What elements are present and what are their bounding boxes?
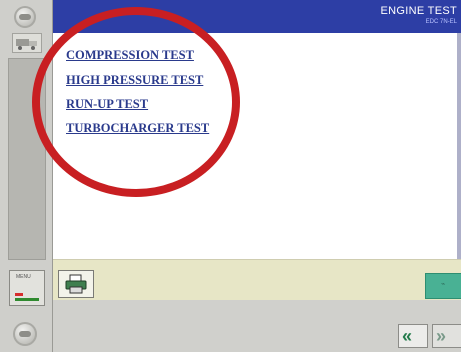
footer-nav: « »	[53, 300, 461, 352]
confirm-button[interactable]: ⌁	[425, 273, 461, 299]
exit-icon	[19, 331, 31, 337]
back-button[interactable]: «	[398, 324, 428, 348]
home-icon	[19, 14, 31, 20]
exit-button[interactable]	[13, 322, 37, 346]
page-title: ENGINE TEST	[380, 5, 457, 17]
status-red-bar	[15, 293, 23, 296]
printer-icon	[65, 274, 87, 294]
print-button[interactable]	[58, 270, 94, 298]
vehicle-button[interactable]	[12, 33, 42, 53]
home-button[interactable]	[14, 6, 36, 28]
page-subtitle: EDC 7N-EL	[425, 19, 457, 25]
forward-button[interactable]: »	[432, 324, 461, 348]
truck-icon	[16, 39, 37, 50]
action-bar: ⌁	[53, 259, 461, 300]
status-green-bar	[15, 298, 39, 301]
confirm-icon: ⌁	[441, 281, 446, 288]
double-chevron-left-icon: «	[402, 326, 413, 346]
test-list-panel: COMPRESSION TEST HIGH PRESSURE TEST RUN-…	[53, 33, 461, 259]
run-up-test-link[interactable]: RUN-UP TEST	[66, 97, 148, 112]
high-pressure-test-link[interactable]: HIGH PRESSURE TEST	[66, 73, 203, 88]
turbocharger-test-link[interactable]: TURBOCHARGER TEST	[66, 121, 209, 136]
double-chevron-right-icon: »	[436, 326, 447, 346]
side-panel	[8, 58, 46, 260]
title-bar: ENGINE TEST EDC 7N-EL	[53, 0, 461, 33]
compression-test-link[interactable]: COMPRESSION TEST	[66, 48, 194, 63]
menu-tool-button[interactable]: MENU	[9, 270, 45, 306]
left-rail: MENU	[0, 0, 53, 352]
menu-tool-label: MENU	[16, 274, 31, 280]
